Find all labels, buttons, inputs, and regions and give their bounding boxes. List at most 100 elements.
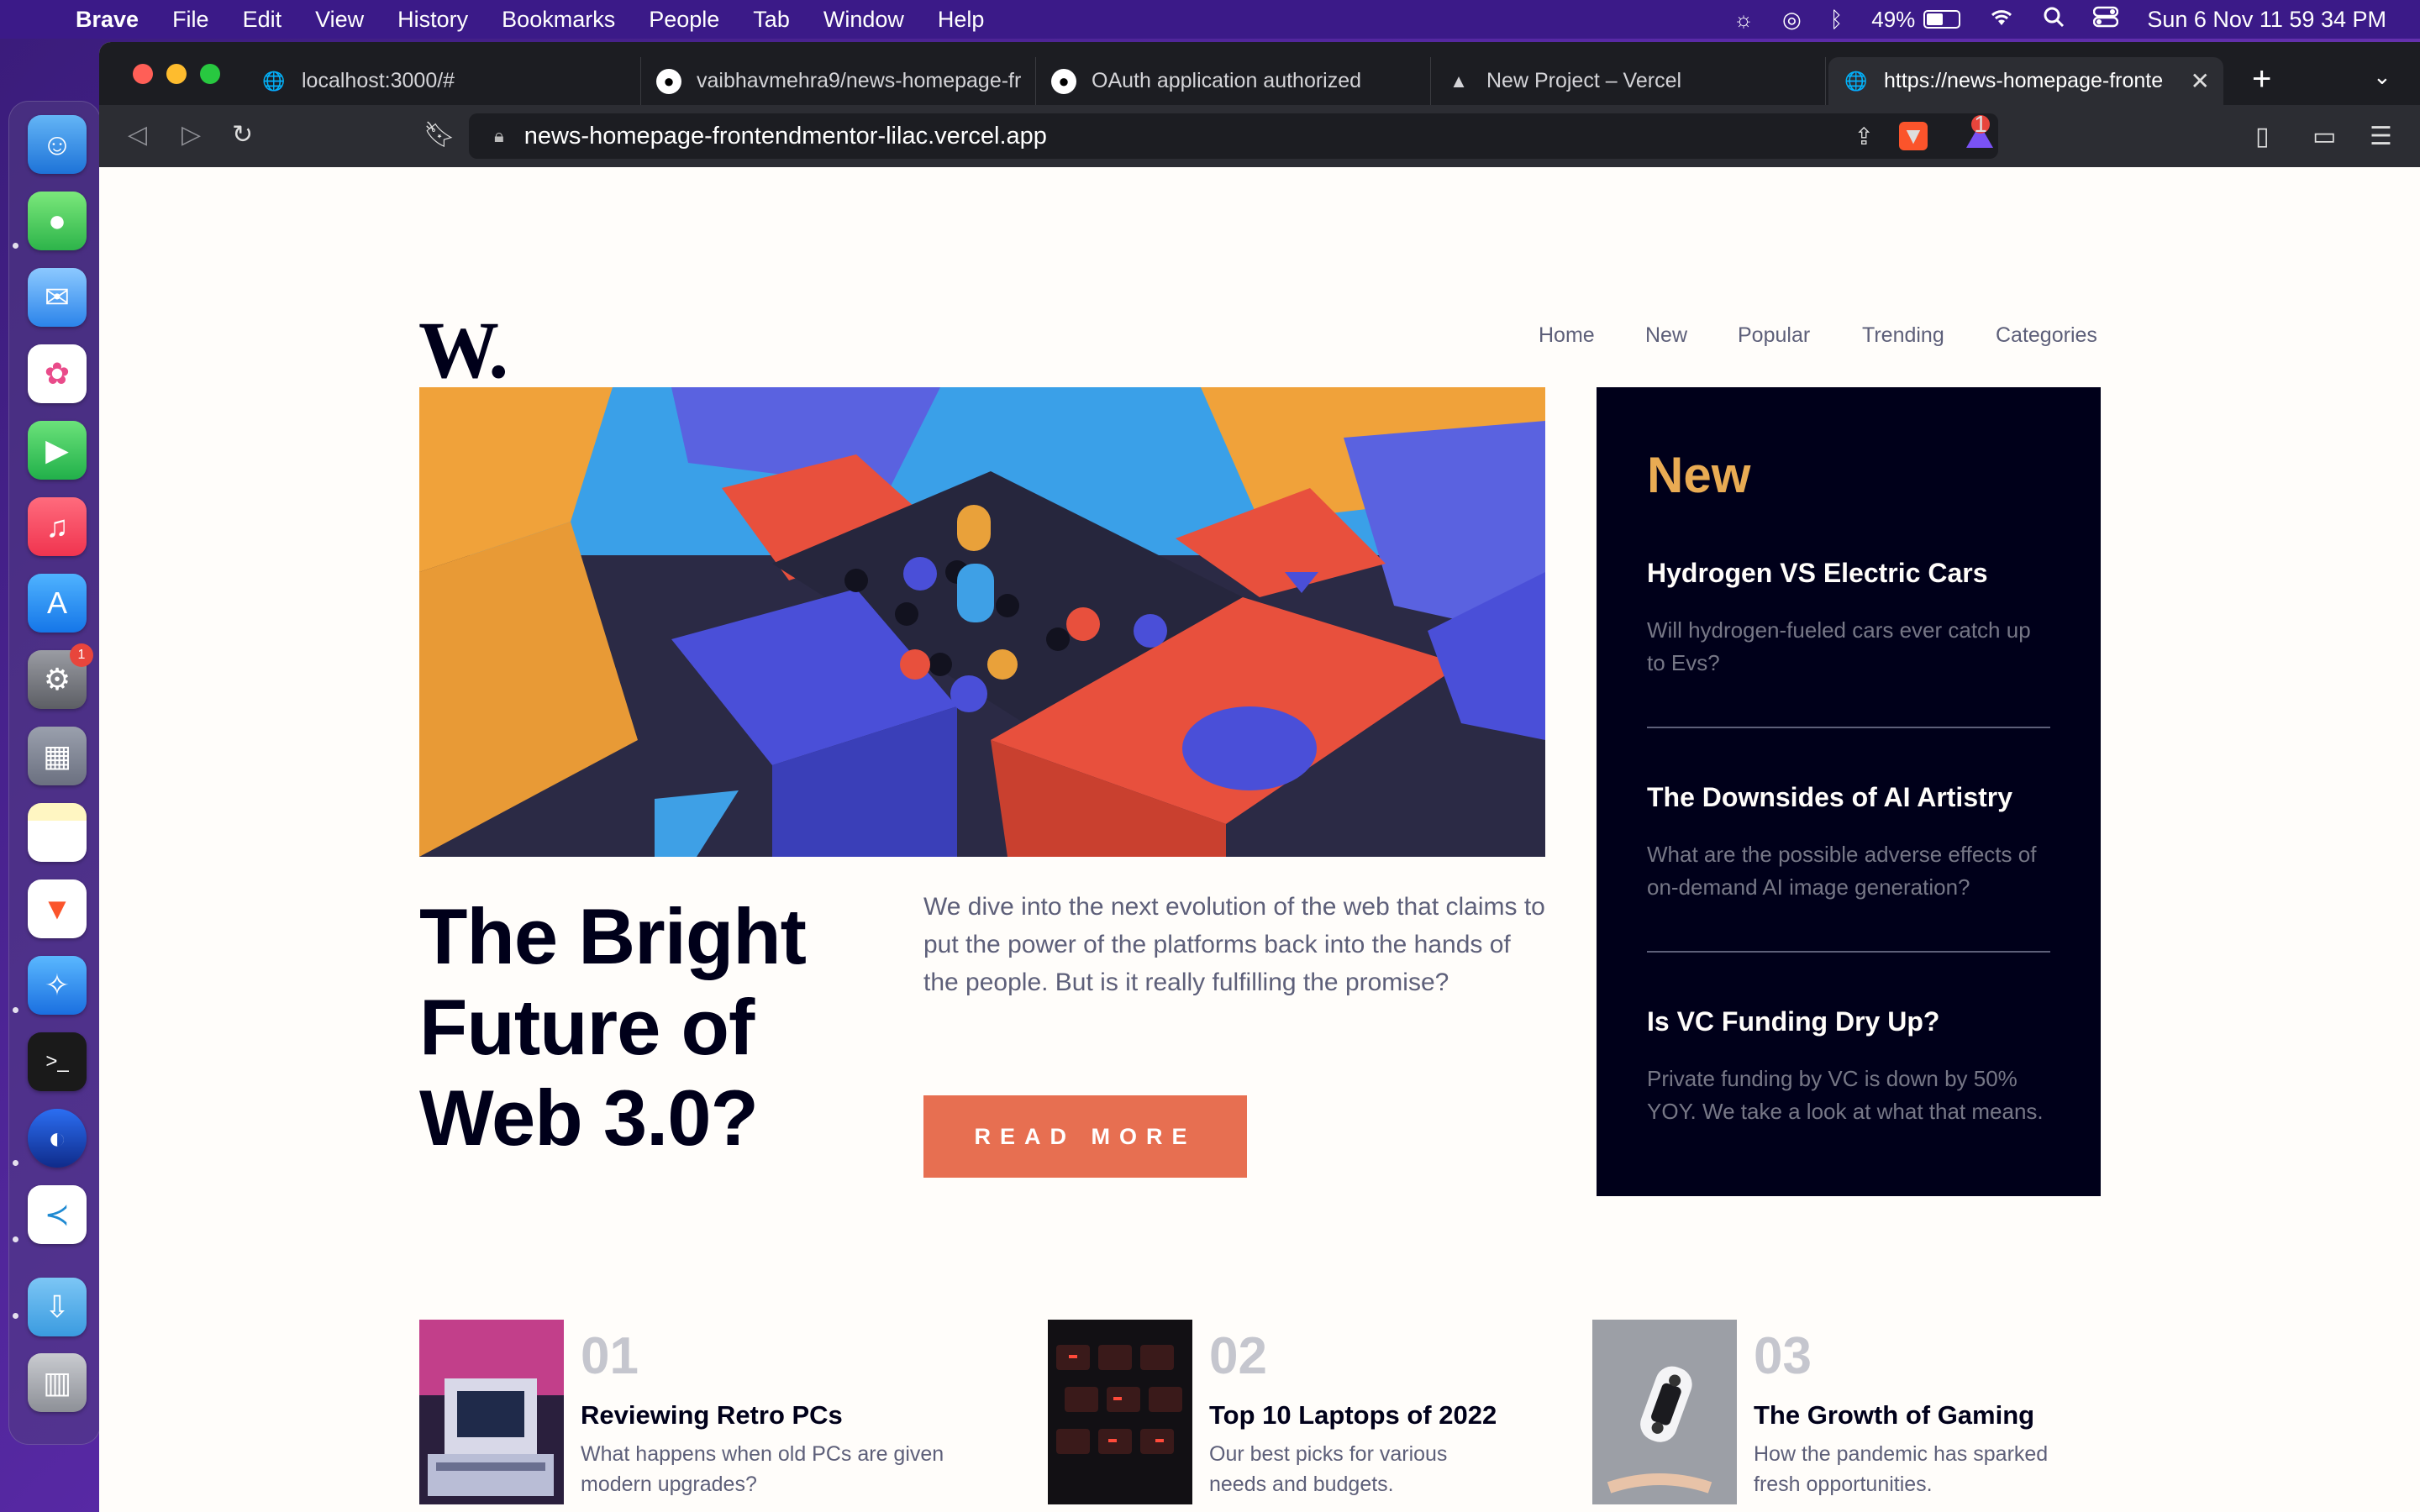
menu-file[interactable]: File bbox=[172, 7, 209, 33]
mail-icon[interactable]: ✉ bbox=[28, 268, 87, 327]
facetime-icon[interactable]: ▶ bbox=[28, 421, 87, 480]
battery-icon[interactable] bbox=[1923, 10, 1961, 29]
brave-rewards-icon[interactable]: 1 bbox=[1953, 111, 1993, 150]
firefox-icon[interactable]: ◐ bbox=[28, 1109, 87, 1168]
tab-bar: 🌐 localhost:3000/# ● vaibhavmehra9/news-… bbox=[99, 42, 2420, 105]
reload-button[interactable]: ↻ bbox=[232, 120, 253, 150]
tab-github-repo[interactable]: ● vaibhavmehra9/news-homepage-fr bbox=[641, 57, 1036, 105]
menu-help[interactable]: Help bbox=[938, 7, 985, 33]
close-window-button[interactable] bbox=[133, 64, 153, 84]
minimize-window-button[interactable] bbox=[166, 64, 187, 84]
article-title[interactable]: Reviewing Retro PCs bbox=[581, 1400, 843, 1431]
music-icon[interactable]: ♫ bbox=[28, 497, 87, 556]
article-number: 03 bbox=[1754, 1327, 1812, 1385]
safari-icon[interactable]: ✧ bbox=[28, 956, 87, 1015]
new-article-item[interactable]: The Downsides of AI Artistry What are th… bbox=[1647, 782, 2050, 953]
menu-app-name[interactable]: Brave bbox=[76, 7, 139, 33]
dock-running-indicator bbox=[13, 243, 18, 249]
tab-news-homepage[interactable]: 🌐 https://news-homepage-fronte ✕ bbox=[1828, 57, 2223, 105]
sidebar-toggle-icon[interactable]: ▯ bbox=[2255, 122, 2270, 151]
address-bar[interactable]: 🔒︎ news-homepage-frontendmentor-lilac.ve… bbox=[469, 111, 1998, 159]
brightness-icon[interactable]: ☼ bbox=[1733, 7, 1754, 33]
article-title[interactable]: The Growth of Gaming bbox=[1754, 1400, 2034, 1431]
menu-tab[interactable]: Tab bbox=[753, 7, 790, 33]
nav-new[interactable]: New bbox=[1645, 323, 1687, 348]
article-card-retro-pcs[interactable]: 01 Reviewing Retro PCs What happens when… bbox=[419, 1320, 991, 1504]
tab-title: https://news-homepage-fronte bbox=[1884, 69, 2164, 92]
wifi-icon[interactable] bbox=[1989, 7, 2014, 33]
spotlight-search-icon[interactable] bbox=[2043, 6, 2065, 34]
article-description: What happens when old PCs are given mode… bbox=[581, 1442, 944, 1496]
control-center-icon[interactable] bbox=[2093, 6, 2119, 34]
url-text[interactable]: news-homepage-frontendmentor-lilac.verce… bbox=[524, 123, 1047, 150]
new-article-title[interactable]: Is VC Funding Dry Up? bbox=[1647, 1006, 2050, 1037]
photos-icon[interactable]: ✿ bbox=[28, 344, 87, 403]
globe-icon: 🌐 bbox=[1844, 70, 1868, 92]
hero-description: We dive into the next evolution of the w… bbox=[923, 893, 1545, 996]
gaming-thumbnail[interactable] bbox=[1592, 1320, 1737, 1504]
bluetooth-icon[interactable]: ᛒ bbox=[1830, 7, 1844, 33]
system-preferences-icon[interactable]: ⚙ 1 bbox=[28, 643, 93, 709]
github-icon: ● bbox=[1051, 68, 1076, 94]
lock-icon[interactable]: 🔒︎ bbox=[494, 125, 504, 147]
article-description: How the pandemic has sparked fresh oppor… bbox=[1754, 1442, 2049, 1496]
app-store-icon[interactable]: A bbox=[28, 574, 87, 633]
menu-window[interactable]: Window bbox=[823, 7, 904, 33]
menu-people[interactable]: People bbox=[649, 7, 719, 33]
tab-oauth[interactable]: ● OAuth application authorized bbox=[1036, 57, 1431, 105]
article-number: 02 bbox=[1209, 1327, 1267, 1385]
nav-popular[interactable]: Popular bbox=[1738, 323, 1810, 348]
back-button[interactable]: ◁ bbox=[128, 120, 147, 150]
forward-button[interactable]: ▷ bbox=[182, 120, 201, 150]
vscode-icon[interactable]: ≺ bbox=[28, 1185, 87, 1244]
browser-window: 🌐 localhost:3000/# ● vaibhavmehra9/news-… bbox=[99, 42, 2420, 1512]
new-tab-button[interactable]: + bbox=[2252, 60, 2271, 98]
new-article-title[interactable]: Hydrogen VS Electric Cars bbox=[1647, 558, 2050, 589]
address-bar-actions: ⇪ ▼ 1 bbox=[1829, 111, 1993, 150]
messages-icon[interactable]: ● bbox=[28, 192, 87, 250]
nav-categories[interactable]: Categories bbox=[1996, 323, 2097, 348]
finder-icon[interactable]: ☺ bbox=[28, 115, 87, 174]
tab-vercel[interactable]: ▲ New Project – Vercel bbox=[1431, 57, 1826, 105]
airdrop-icon[interactable]: ◎ bbox=[1782, 7, 1802, 33]
read-more-button[interactable]: READ MORE bbox=[923, 1095, 1247, 1178]
article-card-laptops[interactable]: 02 Top 10 Laptops of 2022 Our best picks… bbox=[1048, 1320, 1569, 1504]
dock-running-indicator bbox=[13, 1160, 18, 1166]
new-article-item[interactable]: Hydrogen VS Electric Cars Will hydrogen-… bbox=[1647, 558, 2050, 728]
tab-localhost[interactable]: 🌐 localhost:3000/# bbox=[246, 57, 641, 105]
web-page: W. Home New Popular Trending Categories bbox=[99, 167, 2420, 1512]
laptops-thumbnail[interactable] bbox=[1048, 1320, 1192, 1504]
brave-icon[interactable]: ▼ bbox=[28, 879, 87, 938]
menubar-clock[interactable]: Sun 6 Nov 11 59 34 PM bbox=[2147, 7, 2386, 33]
hamburger-menu-icon[interactable]: ☰ bbox=[2370, 122, 2392, 151]
nav-home[interactable]: Home bbox=[1539, 323, 1595, 348]
close-tab-icon[interactable]: ✕ bbox=[2191, 67, 2210, 95]
wallet-icon[interactable]: ▭ bbox=[2312, 122, 2336, 151]
brave-shields-icon[interactable]: ▼ bbox=[1899, 122, 1928, 150]
share-icon[interactable]: ⇪ bbox=[1854, 123, 1874, 150]
new-article-item[interactable]: Is VC Funding Dry Up? Private funding by… bbox=[1647, 1006, 2050, 1175]
site-logo[interactable]: W. bbox=[418, 310, 508, 391]
nav-trending[interactable]: Trending bbox=[1862, 323, 1944, 348]
new-article-title[interactable]: The Downsides of AI Artistry bbox=[1647, 782, 2050, 813]
tab-list-chevron-icon[interactable]: ⌄ bbox=[2373, 64, 2391, 90]
menu-history[interactable]: History bbox=[397, 7, 468, 33]
dock-running-indicator bbox=[13, 1236, 18, 1242]
macos-menubar: Brave File Edit View History Bookmarks P… bbox=[0, 0, 2420, 39]
trash-icon[interactable]: ▥ bbox=[28, 1353, 87, 1412]
zoom-window-button[interactable] bbox=[200, 64, 220, 84]
menu-edit[interactable]: Edit bbox=[243, 7, 282, 33]
retro-pcs-thumbnail[interactable] bbox=[419, 1320, 564, 1504]
article-card-gaming[interactable]: 03 The Growth of Gaming How the pandemic… bbox=[1592, 1320, 2113, 1504]
tab-title: localhost:3000/# bbox=[302, 69, 455, 92]
notes-icon[interactable] bbox=[28, 803, 87, 862]
terminal-icon[interactable]: >_ bbox=[28, 1032, 87, 1091]
tab-title: New Project – Vercel bbox=[1486, 69, 1682, 92]
bookmark-icon[interactable]: 🔖︎ bbox=[424, 120, 455, 150]
article-title[interactable]: Top 10 Laptops of 2022 bbox=[1209, 1400, 1497, 1431]
menu-view[interactable]: View bbox=[315, 7, 364, 33]
menu-bookmarks[interactable]: Bookmarks bbox=[502, 7, 615, 33]
launchpad-icon[interactable]: ▦ bbox=[28, 727, 87, 785]
hero-image bbox=[419, 387, 1545, 857]
downloads-icon[interactable]: ⇩ bbox=[28, 1278, 87, 1336]
